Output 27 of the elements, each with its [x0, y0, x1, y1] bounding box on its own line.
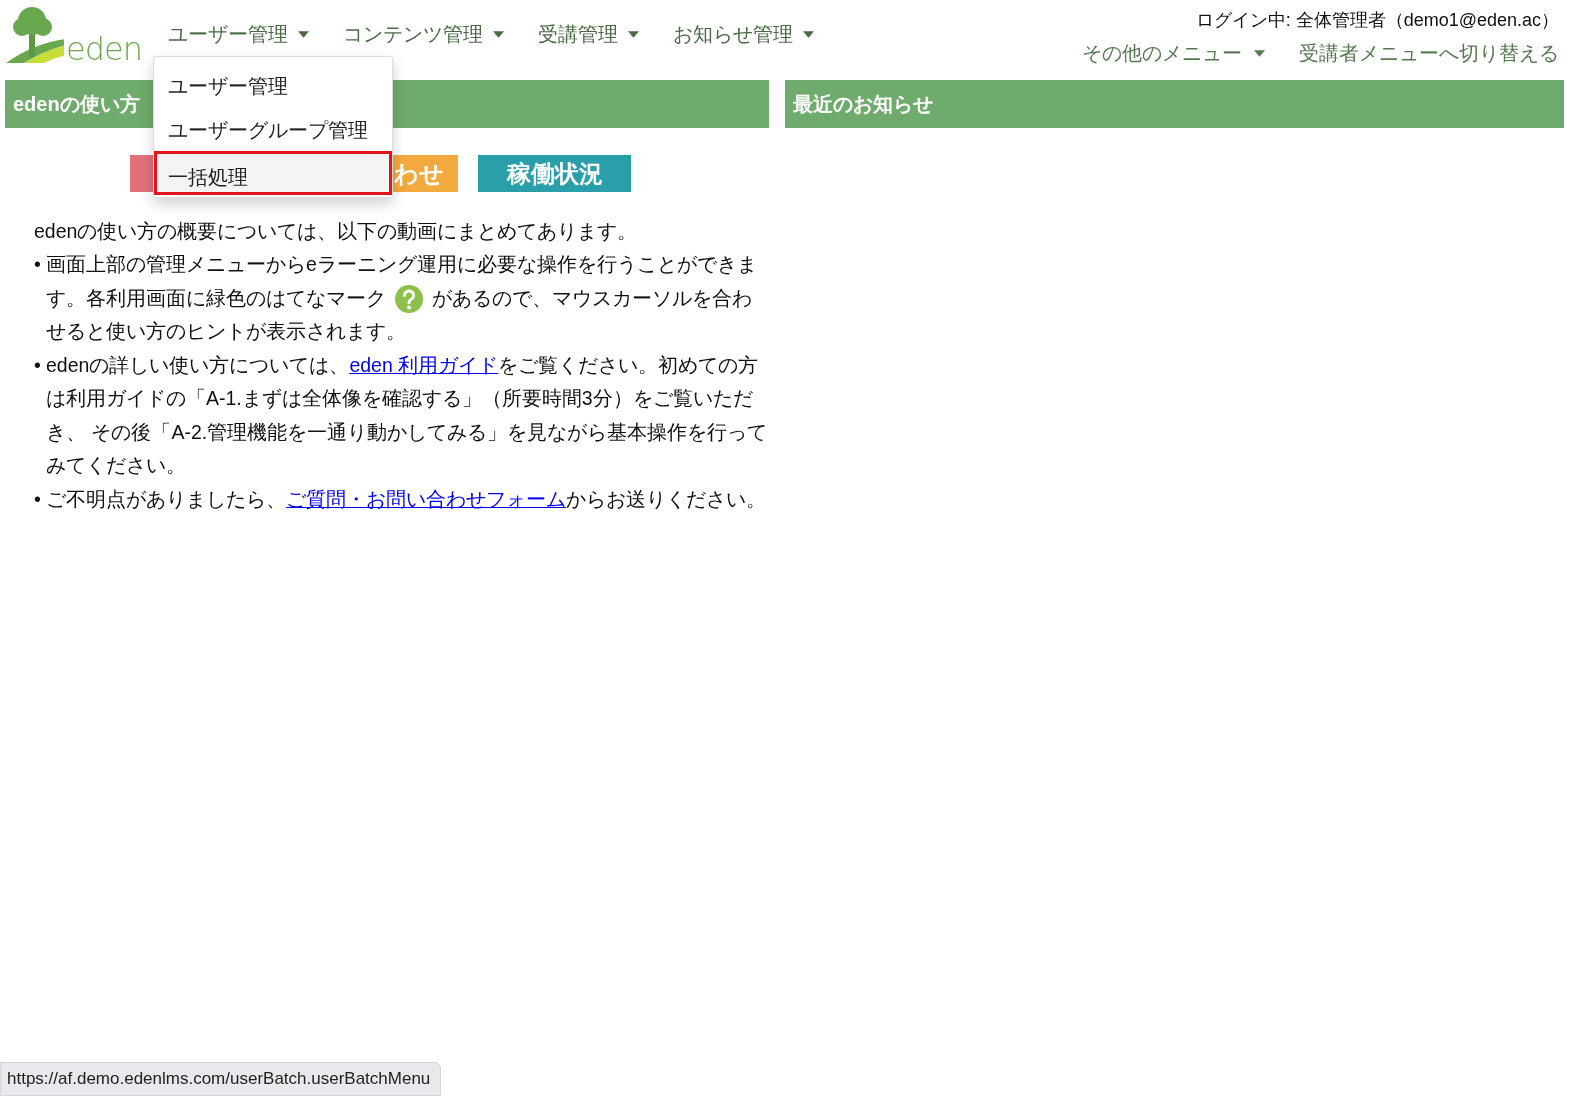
caret-icon [298, 30, 309, 38]
nav-menu[interactable]: コンテンツ管理 [343, 20, 504, 48]
help-icon [394, 284, 424, 315]
bullet-text: edenの詳しい使い方については、eden 利用ガイド をご覧ください。初めての方は利用ガイドの「A-1.まずは全体像を確認する」（所要時間3分）をご覧いただき、 その後「A-2.管理機能を一通り動かしてみる」を見ながら基本操作を行ってみてください。 [46, 352, 768, 478]
bullet-text: ご不明点がありましたら、ご質問・お問い合わせフォームからお送りください。 [46, 486, 767, 512]
caret-icon [1254, 50, 1265, 57]
text-link[interactable]: ご質問・お問い合わせフォーム [286, 487, 566, 510]
bullet-text: 画面上部の管理メニューからeラーニング運用に必要な操作を行うことができます。各利用画面に緑色のはてなマーク があるので、マウスカーソルを合わせると使い方のヒントが表示されます。 [46, 252, 758, 344]
nav-menu[interactable]: ユーザー管理 [168, 20, 309, 48]
menu-link[interactable]: その他のメニュー [1082, 40, 1265, 67]
nav-menu[interactable]: 受講管理 [538, 20, 639, 48]
intro-text: edenの使い方の概要については、以下の動画にまとめてあります。 [34, 219, 639, 244]
caret-icon [803, 30, 814, 38]
bullet-marker: • [34, 486, 42, 512]
text-link[interactable]: eden 利用ガイド [349, 353, 499, 376]
banner-button[interactable]: 稼働状況 [478, 155, 631, 192]
caret-icon [628, 30, 639, 38]
switch-link[interactable]: 受講者メニューへ切り替える [1299, 40, 1559, 67]
panel-header: 最近のお知らせ [785, 80, 1564, 128]
nav-menu[interactable]: お知らせ管理 [673, 20, 814, 48]
bullet-marker: • [34, 352, 42, 378]
bullet-marker: • [34, 252, 42, 277]
menu-item[interactable]: 一括処理 [154, 151, 392, 195]
login-status: ログイン中: 全体管理者（demo1@eden.ac） [1195, 9, 1559, 32]
caret-icon [493, 30, 504, 38]
banner-button[interactable] [130, 155, 153, 192]
status-url: https://af.demo.edenlms.com/userBatch.userBatchMenu [0, 1062, 442, 1096]
